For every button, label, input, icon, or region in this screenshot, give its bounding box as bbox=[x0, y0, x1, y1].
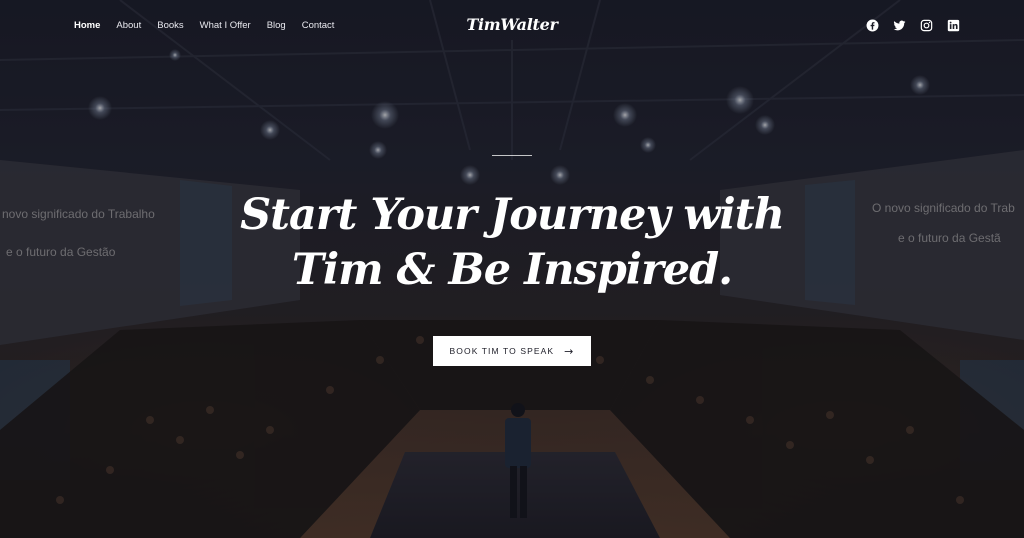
twitter-icon[interactable] bbox=[893, 19, 906, 32]
hero-headline-line1: Start Your Journey with bbox=[240, 190, 785, 240]
arrow-right-icon: → bbox=[564, 344, 575, 358]
cta-label: BOOK TIM TO SPEAK bbox=[449, 346, 555, 356]
social-links bbox=[866, 19, 960, 32]
facebook-icon[interactable] bbox=[866, 19, 879, 32]
linkedin-icon[interactable] bbox=[947, 19, 960, 32]
instagram-icon[interactable] bbox=[920, 19, 933, 32]
hero-headline-line2: Tim & Be Inspired. bbox=[291, 245, 733, 295]
book-tim-to-speak-button[interactable]: BOOK TIM TO SPEAK → bbox=[433, 336, 591, 366]
hero-divider bbox=[492, 155, 532, 156]
hero-headline: Start Your Journey with Tim & Be Inspire… bbox=[0, 188, 1024, 298]
hero-section: novo significado do Trabalho e o futuro … bbox=[0, 0, 1024, 538]
